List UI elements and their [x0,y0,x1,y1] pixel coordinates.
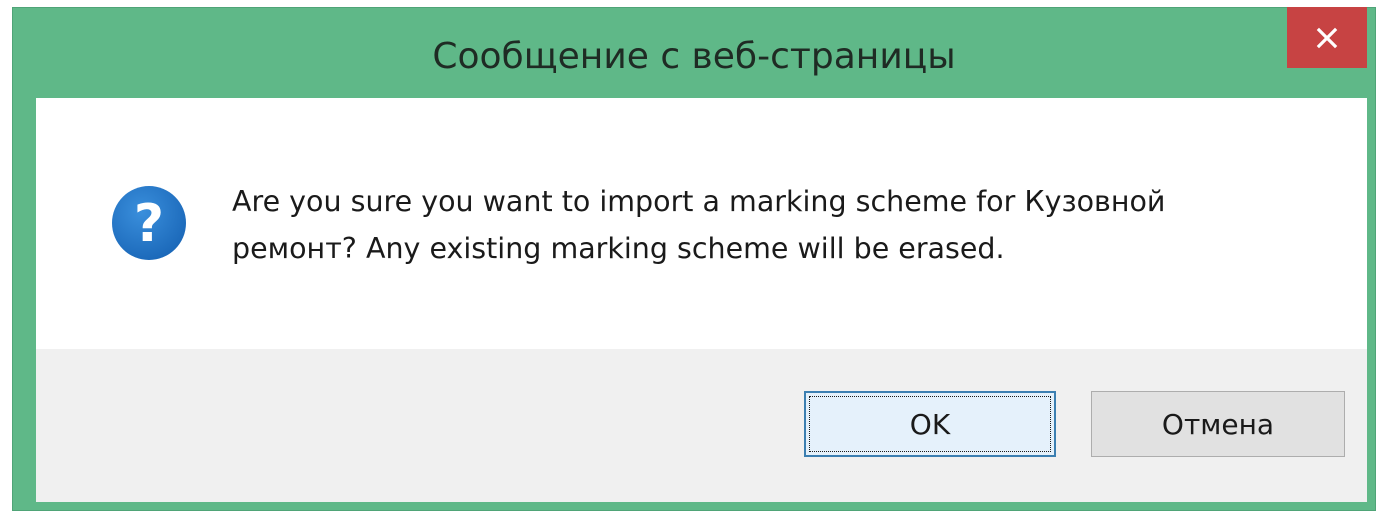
title-bar[interactable]: Сообщение с веб-страницы [13,7,1375,98]
close-button[interactable] [1287,7,1367,68]
message-line-2: ремонт? Any existing marking scheme will… [232,232,1005,265]
svg-text:?: ? [134,194,164,254]
message-line-1: Are you sure you want to import a markin… [232,185,1166,218]
dialog-body: ? Are you sure you want to import a mark… [36,98,1367,502]
close-icon [1316,27,1338,48]
button-bar: OK Отмена [36,349,1367,502]
message-text: Are you sure you want to import a markin… [232,178,1312,272]
dialog-window: Сообщение с веб-страницы ? Are you sure … [12,7,1376,511]
message-area: ? Are you sure you want to import a mark… [36,98,1367,349]
ok-button-label: OK [909,407,951,441]
cancel-button[interactable]: Отмена [1091,391,1345,457]
cancel-button-label: Отмена [1161,407,1275,441]
question-icon: ? [112,186,186,260]
dialog-title: Сообщение с веб-страницы [432,36,956,77]
ok-button[interactable]: OK [804,391,1056,457]
